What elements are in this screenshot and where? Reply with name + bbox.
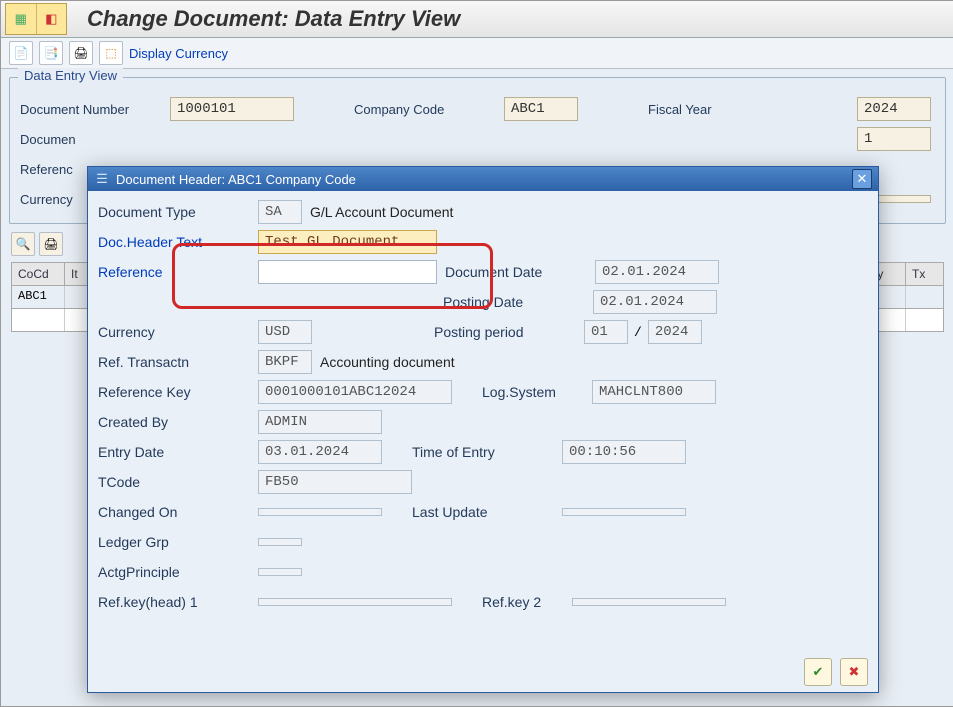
post-period-m[interactable]: 01	[584, 320, 628, 344]
tcode-field[interactable]: FB50	[258, 470, 412, 494]
refkey2-field[interactable]	[572, 598, 726, 606]
ref-tx-desc: Accounting document	[320, 354, 455, 370]
tcode-label: TCode	[98, 474, 258, 490]
dialog-title: Document Header: ABC1 Company Code	[116, 172, 356, 187]
ok-button[interactable]: ✔	[804, 658, 832, 686]
group-title: Data Entry View	[18, 68, 123, 83]
doc-type-field[interactable]: SA	[258, 200, 302, 224]
dialog-footer: ✔ ✖	[804, 658, 868, 686]
window-icons[interactable]: ▦ ◧	[5, 3, 67, 35]
actg-label: ActgPrinciple	[98, 564, 258, 580]
refkey1-field[interactable]	[258, 598, 452, 606]
close-icon[interactable]: ✕	[852, 169, 872, 189]
ref-key-label: Reference Key	[98, 384, 258, 400]
toolbar-btn-2[interactable]: 📑	[39, 41, 63, 65]
ref-tx-label: Ref. Transactn	[98, 354, 258, 370]
log-sys-label: Log.System	[482, 384, 592, 400]
extra-field[interactable]: 1	[857, 127, 931, 151]
currency-icon[interactable]: ⬚	[99, 41, 123, 65]
currency-label: Currency	[98, 324, 258, 340]
last-update-field[interactable]	[562, 508, 686, 516]
created-by-label: Created By	[98, 414, 258, 430]
doc-number-field[interactable]: 1000101	[170, 97, 294, 121]
currency-bg-field[interactable]	[877, 195, 931, 203]
post-date-label: Posting Date	[443, 294, 593, 310]
col-tx[interactable]: Tx	[906, 263, 943, 285]
changed-on-field[interactable]	[258, 508, 382, 516]
post-period-y[interactable]: 2024	[648, 320, 702, 344]
entry-date-label: Entry Date	[98, 444, 258, 460]
refkey2-label: Ref.key 2	[482, 594, 572, 610]
doc-date-label: Document Date	[445, 264, 595, 280]
print-icon[interactable]: 🖨	[69, 41, 93, 65]
header-text-input[interactable]: Test GL Document	[258, 230, 437, 254]
ref-key-field[interactable]: 0001000101ABC12024	[258, 380, 452, 404]
toolbar-btn-1[interactable]: 📄	[9, 41, 33, 65]
window-icon-2[interactable]: ◧	[37, 4, 67, 34]
doc-type-desc: G/L Account Document	[310, 204, 453, 220]
currency-field[interactable]: USD	[258, 320, 312, 344]
post-period-label: Posting period	[434, 324, 584, 340]
cancel-button[interactable]: ✖	[840, 658, 868, 686]
ledger-grp-field[interactable]	[258, 538, 302, 546]
grid-btn-2[interactable]: 🖨	[39, 232, 63, 256]
fiscal-year-field[interactable]: 2024	[857, 97, 931, 121]
company-code-field[interactable]: ABC1	[504, 97, 578, 121]
dialog-icon: ☰	[94, 171, 110, 187]
grid-btn-1[interactable]: 🔍	[11, 232, 35, 256]
fiscal-year-label: Fiscal Year	[648, 102, 758, 117]
ref-tx-field[interactable]: BKPF	[258, 350, 312, 374]
doc-number-label: Document Number	[20, 102, 170, 117]
actg-field[interactable]	[258, 568, 302, 576]
log-sys-field[interactable]: MAHCLNT800	[592, 380, 716, 404]
entry-time-field[interactable]: 00:10:56	[562, 440, 686, 464]
page-title: Change Document: Data Entry View	[87, 6, 460, 32]
dialog-titlebar: ☰ Document Header: ABC1 Company Code ✕	[88, 167, 878, 191]
header-text-label[interactable]: Doc.Header Text	[98, 234, 258, 250]
ledger-grp-label: Ledger Grp	[98, 534, 258, 550]
doc-type-label: Document Type	[98, 204, 258, 220]
app-toolbar: 📄 📑 🖨 ⬚ Display Currency	[1, 38, 953, 69]
entry-time-label: Time of Entry	[412, 444, 562, 460]
document-header-dialog: ☰ Document Header: ABC1 Company Code ✕ D…	[87, 166, 879, 693]
display-currency-link[interactable]: Display Currency	[129, 46, 228, 61]
document-lbl-cut: Documen	[20, 132, 170, 147]
title-bar: ▦ ◧ Change Document: Data Entry View	[1, 1, 953, 38]
last-update-label: Last Update	[412, 504, 562, 520]
entry-date-field[interactable]: 03.01.2024	[258, 440, 382, 464]
reference-input[interactable]	[258, 260, 437, 284]
company-code-label: Company Code	[354, 102, 504, 117]
created-by-field[interactable]: ADMIN	[258, 410, 382, 434]
changed-on-label: Changed On	[98, 504, 258, 520]
refkey1-label: Ref.key(head) 1	[98, 594, 258, 610]
reference-label[interactable]: Reference	[98, 264, 258, 280]
doc-date-field[interactable]: 02.01.2024	[595, 260, 719, 284]
window-icon-1[interactable]: ▦	[6, 4, 37, 34]
col-cocd[interactable]: CoCd	[12, 263, 65, 285]
post-date-field[interactable]: 02.01.2024	[593, 290, 717, 314]
